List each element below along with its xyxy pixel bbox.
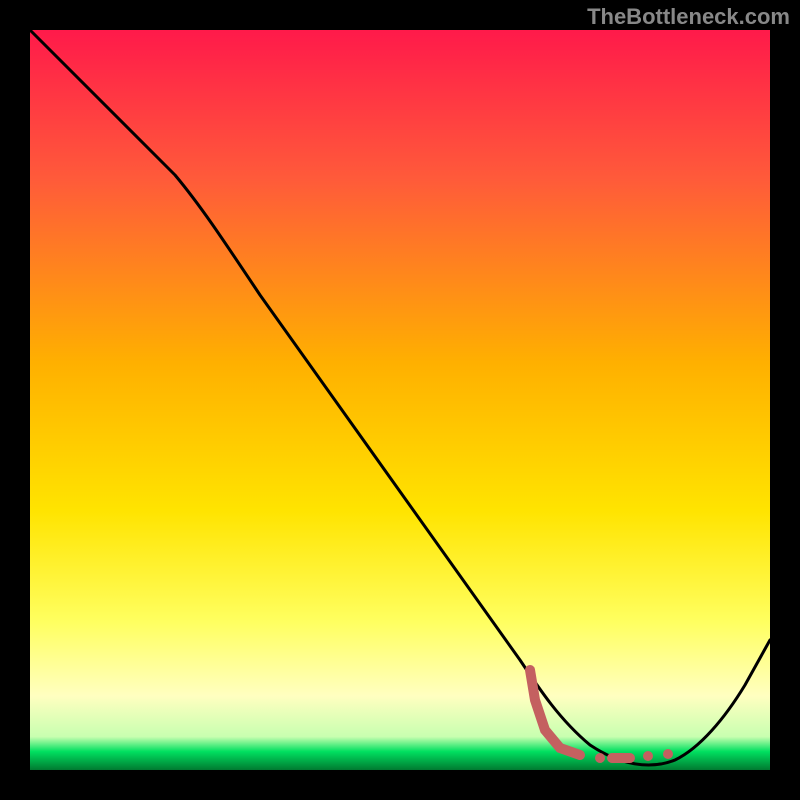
watermark-text: TheBottleneck.com <box>587 4 790 30</box>
chart-svg <box>0 0 800 800</box>
